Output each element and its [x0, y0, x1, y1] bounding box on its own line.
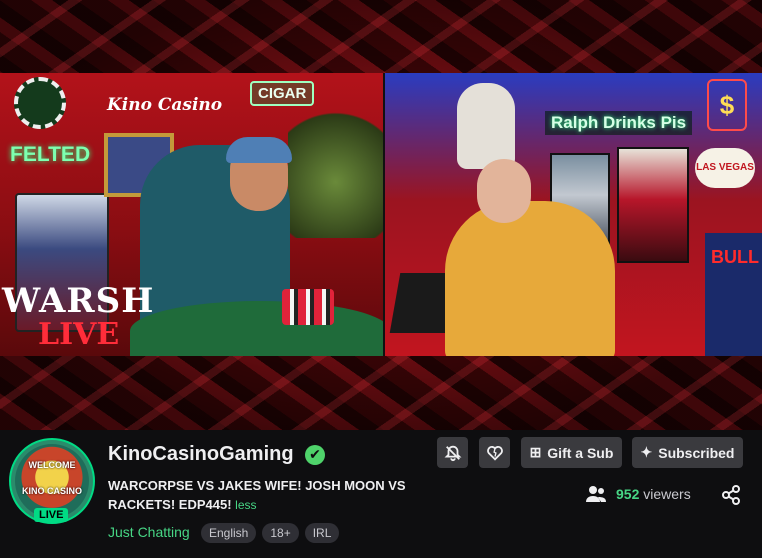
- avatar-welcome-text: WELCOME: [28, 460, 76, 470]
- left-camera-feed: FELTED Kino Casino CIGAR WARSH LIVE: [0, 73, 383, 356]
- kino-casino-sign: Kino Casino: [107, 95, 223, 115]
- redbull-text: BULL: [711, 247, 759, 267]
- category-link[interactable]: Just Chatting: [108, 524, 190, 540]
- gift-icon: ⊞: [529, 444, 542, 460]
- tag-18-plus[interactable]: 18+: [262, 523, 299, 543]
- stream-title: WARCORPSE VS JAKES WIFE! JOSH MOON VS RA…: [108, 476, 438, 515]
- viewer-number: 952: [616, 486, 640, 502]
- notifications-button[interactable]: [437, 437, 468, 468]
- less-link[interactable]: less: [235, 498, 256, 512]
- viewers-icon: [586, 486, 606, 502]
- live-badge: LIVE: [34, 508, 69, 522]
- tag-irl[interactable]: IRL: [304, 523, 340, 543]
- tag-list: English 18+ IRL: [201, 523, 340, 543]
- felted-chip-sign: [14, 77, 66, 129]
- ralph-sign: Ralph Drinks Pis: [545, 111, 693, 135]
- poker-table: [130, 301, 383, 356]
- star-icon: ✦: [640, 444, 653, 460]
- host-right: [445, 201, 615, 356]
- bell-off-icon: [444, 445, 461, 461]
- share-icon[interactable]: [720, 484, 742, 506]
- channel-name[interactable]: KinoCasinoGaming: [108, 443, 294, 466]
- viewer-label: viewers: [643, 486, 691, 502]
- gift-sub-button[interactable]: ⊞ Gift a Sub: [521, 437, 622, 468]
- live-sign: LIVE: [38, 317, 120, 352]
- las-vegas-sign: LAS VEGAS: [695, 148, 755, 188]
- avatar-image: [15, 444, 89, 518]
- gift-sub-label: Gift a Sub: [547, 444, 614, 461]
- video-player[interactable]: FELTED Kino Casino CIGAR WARSH LIVE Ralp…: [0, 0, 762, 430]
- avatar-kino-text: KINO CASINO: [21, 486, 82, 496]
- unfollow-button[interactable]: [479, 437, 510, 468]
- warsh-sign: WARSH: [2, 281, 155, 321]
- redbull-banner: BULL: [705, 233, 762, 356]
- right-camera-feed: Ralph Drinks Pis $ LAS VEGAS BULL: [385, 73, 762, 356]
- palm-plant: [288, 98, 383, 238]
- subscribed-button[interactable]: ✦ Subscribed: [632, 437, 743, 468]
- felted-sign: FELTED: [10, 143, 91, 166]
- host-left-cap: [226, 137, 292, 163]
- poker-chips: [282, 289, 334, 325]
- heart-broken-icon: [486, 445, 503, 461]
- verified-icon: ✔: [305, 445, 325, 465]
- slot-machine-right-2: [617, 147, 689, 263]
- tag-english[interactable]: English: [201, 523, 257, 543]
- viewer-count: 952 viewers: [586, 485, 691, 503]
- subscribed-label: Subscribed: [658, 444, 735, 461]
- dollar-sign: $: [707, 79, 747, 131]
- stream-title-text: WARCORPSE VS JAKES WIFE! JOSH MOON VS RA…: [108, 478, 406, 512]
- statue-bust: [457, 83, 515, 169]
- host-right-head: [477, 159, 531, 223]
